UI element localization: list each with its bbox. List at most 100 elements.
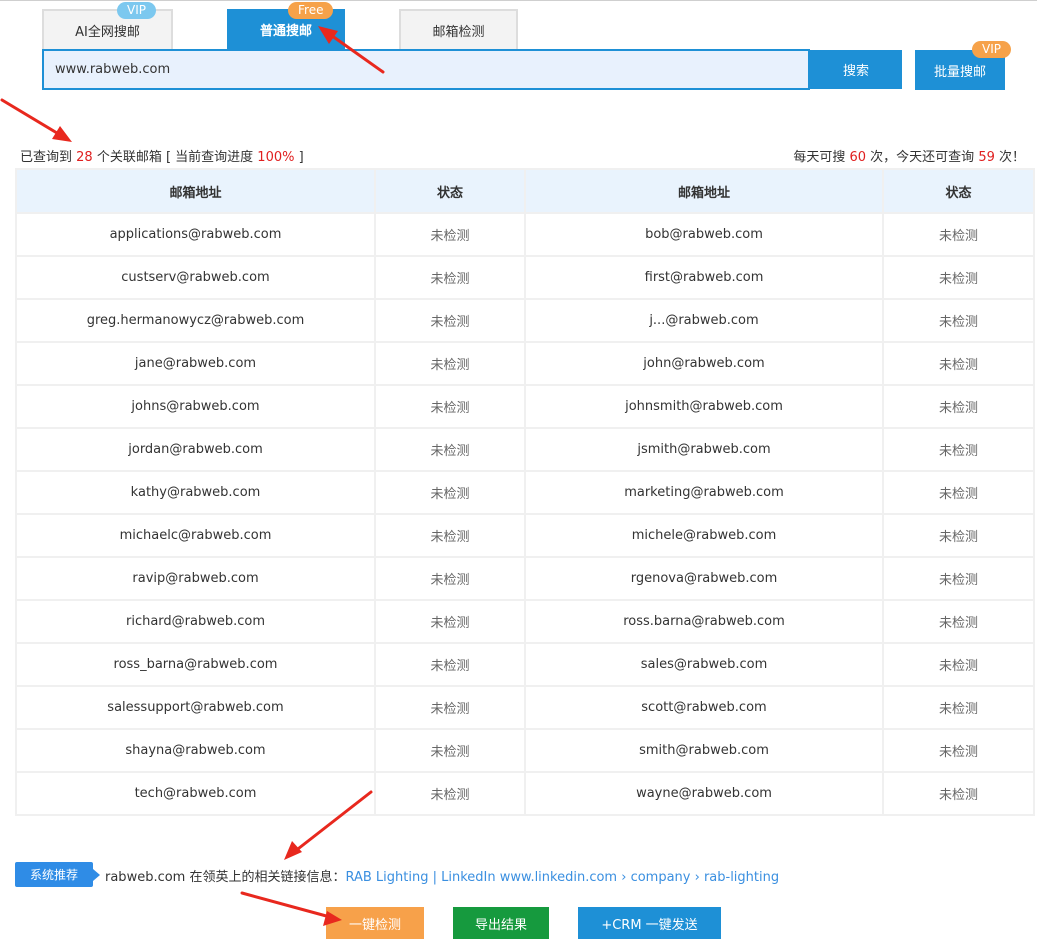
table-row: tech@rabweb.com 未检测 wayne@rabweb.com 未检测 [15, 771, 1035, 816]
status-cell: 未检测 [374, 771, 526, 816]
daily-total: 60 [849, 150, 867, 165]
results-table: 邮箱地址 状态 邮箱地址 状态 applications@rabweb.com 未… [15, 168, 1035, 816]
status-cell: 未检测 [374, 599, 526, 644]
status-cell: 未检测 [374, 212, 526, 257]
column-header-email: 邮箱地址 [524, 168, 884, 214]
check-button-label: 一键检测 [348, 917, 401, 933]
email-cell: marketing@rabweb.com [524, 470, 884, 515]
email-cell: michaelc@rabweb.com [15, 513, 376, 558]
table-row: kathy@rabweb.com 未检测 marketing@rabweb.com 未… [15, 470, 1035, 515]
tab-email-check[interactable]: 邮箱检测 [399, 9, 518, 49]
table-row: jordan@rabweb.com 未检测 jsmith@rabweb.com 未检测 [15, 427, 1035, 472]
email-cell: john@rabweb.com [524, 341, 884, 386]
status-cell: 未检测 [882, 384, 1035, 429]
query-progress: 100% [257, 150, 295, 165]
search-button-label: 搜索 [842, 64, 869, 79]
table-row: michaelc@rabweb.com 未检测 michele@rabweb.com… [15, 513, 1035, 558]
email-cell: scott@rabweb.com [524, 685, 884, 730]
search-button[interactable]: 搜索 [810, 50, 902, 89]
email-cell: j...@rabweb.com [524, 298, 884, 343]
annotation-arrow [0, 98, 72, 142]
status-cell: 未检测 [374, 556, 526, 601]
status-cell: 未检测 [374, 384, 526, 429]
status-cell: 未检测 [374, 685, 526, 730]
daily-mid: 次，今天还可查询 [866, 150, 979, 165]
email-cell: jane@rabweb.com [15, 341, 376, 386]
status-cell: 未检测 [374, 513, 526, 558]
status-cell: 未检测 [882, 556, 1035, 601]
one-click-check-button[interactable]: 一键检测 [326, 907, 424, 939]
email-cell: ross.barna@rabweb.com [524, 599, 884, 644]
crm-button-label: +CRM 一键发送 [601, 917, 698, 933]
top-border [0, 0, 1037, 4]
column-header-status: 状态 [882, 168, 1035, 214]
daily-quota: 每天可搜 60 次，今天还可查询 59 次！ [793, 146, 1025, 165]
email-cell: greg.hermanowycz@rabweb.com [15, 298, 376, 343]
email-cell: applications@rabweb.com [15, 212, 376, 257]
status-cell: 未检测 [882, 728, 1035, 773]
email-cell: kathy@rabweb.com [15, 470, 376, 515]
status-cell: 未检测 [882, 599, 1035, 644]
summary-suffix: ] [294, 150, 304, 165]
status-cell: 未检测 [882, 255, 1035, 300]
summary-prefix: 已查询到 [20, 150, 77, 165]
export-results-button[interactable]: 导出结果 [453, 907, 549, 939]
email-cell: first@rabweb.com [524, 255, 884, 300]
table-row: ravip@rabweb.com 未检测 rgenova@rabweb.com 未检测 [15, 556, 1035, 601]
email-cell: michele@rabweb.com [524, 513, 884, 558]
search-input[interactable] [53, 61, 808, 78]
linkedin-link[interactable]: RAB Lighting | LinkedIn www.linkedin.com… [345, 870, 779, 885]
summary-mid: 个关联邮箱 [ 当前查询进度 [92, 150, 258, 165]
email-cell: shayna@rabweb.com [15, 728, 376, 773]
table-row: jane@rabweb.com 未检测 john@rabweb.com 未检测 [15, 341, 1035, 386]
email-cell: sales@rabweb.com [524, 642, 884, 687]
daily-prefix: 每天可搜 [793, 150, 850, 165]
recommend-badge-label: 系统推荐 [29, 868, 78, 882]
vip-tag: VIP [117, 2, 156, 19]
status-cell: 未检测 [374, 642, 526, 687]
email-cell: johns@rabweb.com [15, 384, 376, 429]
table-row: ross_barna@rabweb.com 未检测 sales@rabweb.com… [15, 642, 1035, 687]
table-row: shayna@rabweb.com 未检测 smith@rabweb.com 未检测 [15, 728, 1035, 773]
column-header-email: 邮箱地址 [15, 168, 376, 214]
tab-ai-search-label: AI全网搜邮 [75, 24, 140, 40]
table-row: richard@rabweb.com 未检测 ross.barna@rabweb.c… [15, 599, 1035, 644]
status-cell: 未检测 [374, 728, 526, 773]
status-cell: 未检测 [882, 685, 1035, 730]
status-cell: 未检测 [882, 470, 1035, 515]
result-summary: 已查询到 28 个关联邮箱 [ 当前查询进度 100% ] [20, 146, 304, 165]
email-cell: smith@rabweb.com [524, 728, 884, 773]
table-row: custserv@rabweb.com 未检测 first@rabweb.com 未检… [15, 255, 1035, 300]
email-cell: tech@rabweb.com [15, 771, 376, 816]
email-cell: bob@rabweb.com [524, 212, 884, 257]
email-cell: jsmith@rabweb.com [524, 427, 884, 472]
email-cell: custserv@rabweb.com [15, 255, 376, 300]
recommend-badge: 系统推荐 [15, 862, 100, 887]
tab-normal-search-label: 普通搜邮 [259, 23, 312, 39]
status-cell: 未检测 [882, 427, 1035, 472]
email-cell: jordan@rabweb.com [15, 427, 376, 472]
status-cell: 未检测 [882, 212, 1035, 257]
status-cell: 未检测 [374, 298, 526, 343]
table-row: salessupport@rabweb.com 未检测 scott@rabweb.c… [15, 685, 1035, 730]
email-cell: richard@rabweb.com [15, 599, 376, 644]
crm-send-button[interactable]: +CRM 一键发送 [578, 907, 721, 939]
email-cell: ravip@rabweb.com [15, 556, 376, 601]
recommend-text: rabweb.com 在领英上的相关链接信息： [105, 870, 346, 885]
search-box [42, 49, 810, 90]
email-cell: rgenova@rabweb.com [524, 556, 884, 601]
bulk-vip-tag: VIP [972, 41, 1011, 58]
table-row: greg.hermanowycz@rabweb.com 未检测 j...@rabwe… [15, 298, 1035, 343]
status-cell: 未检测 [882, 341, 1035, 386]
daily-suffix: 次！ [994, 150, 1025, 165]
status-cell: 未检测 [882, 771, 1035, 816]
free-tag: Free [288, 2, 334, 19]
table-body: applications@rabweb.com 未检测 bob@rabweb.com… [15, 212, 1035, 816]
email-cell: johnsmith@rabweb.com [524, 384, 884, 429]
table-row: applications@rabweb.com 未检测 bob@rabweb.com… [15, 212, 1035, 257]
status-cell: 未检测 [374, 427, 526, 472]
status-cell: 未检测 [882, 513, 1035, 558]
email-cell: wayne@rabweb.com [524, 771, 884, 816]
status-cell: 未检测 [374, 470, 526, 515]
email-cell: salessupport@rabweb.com [15, 685, 376, 730]
